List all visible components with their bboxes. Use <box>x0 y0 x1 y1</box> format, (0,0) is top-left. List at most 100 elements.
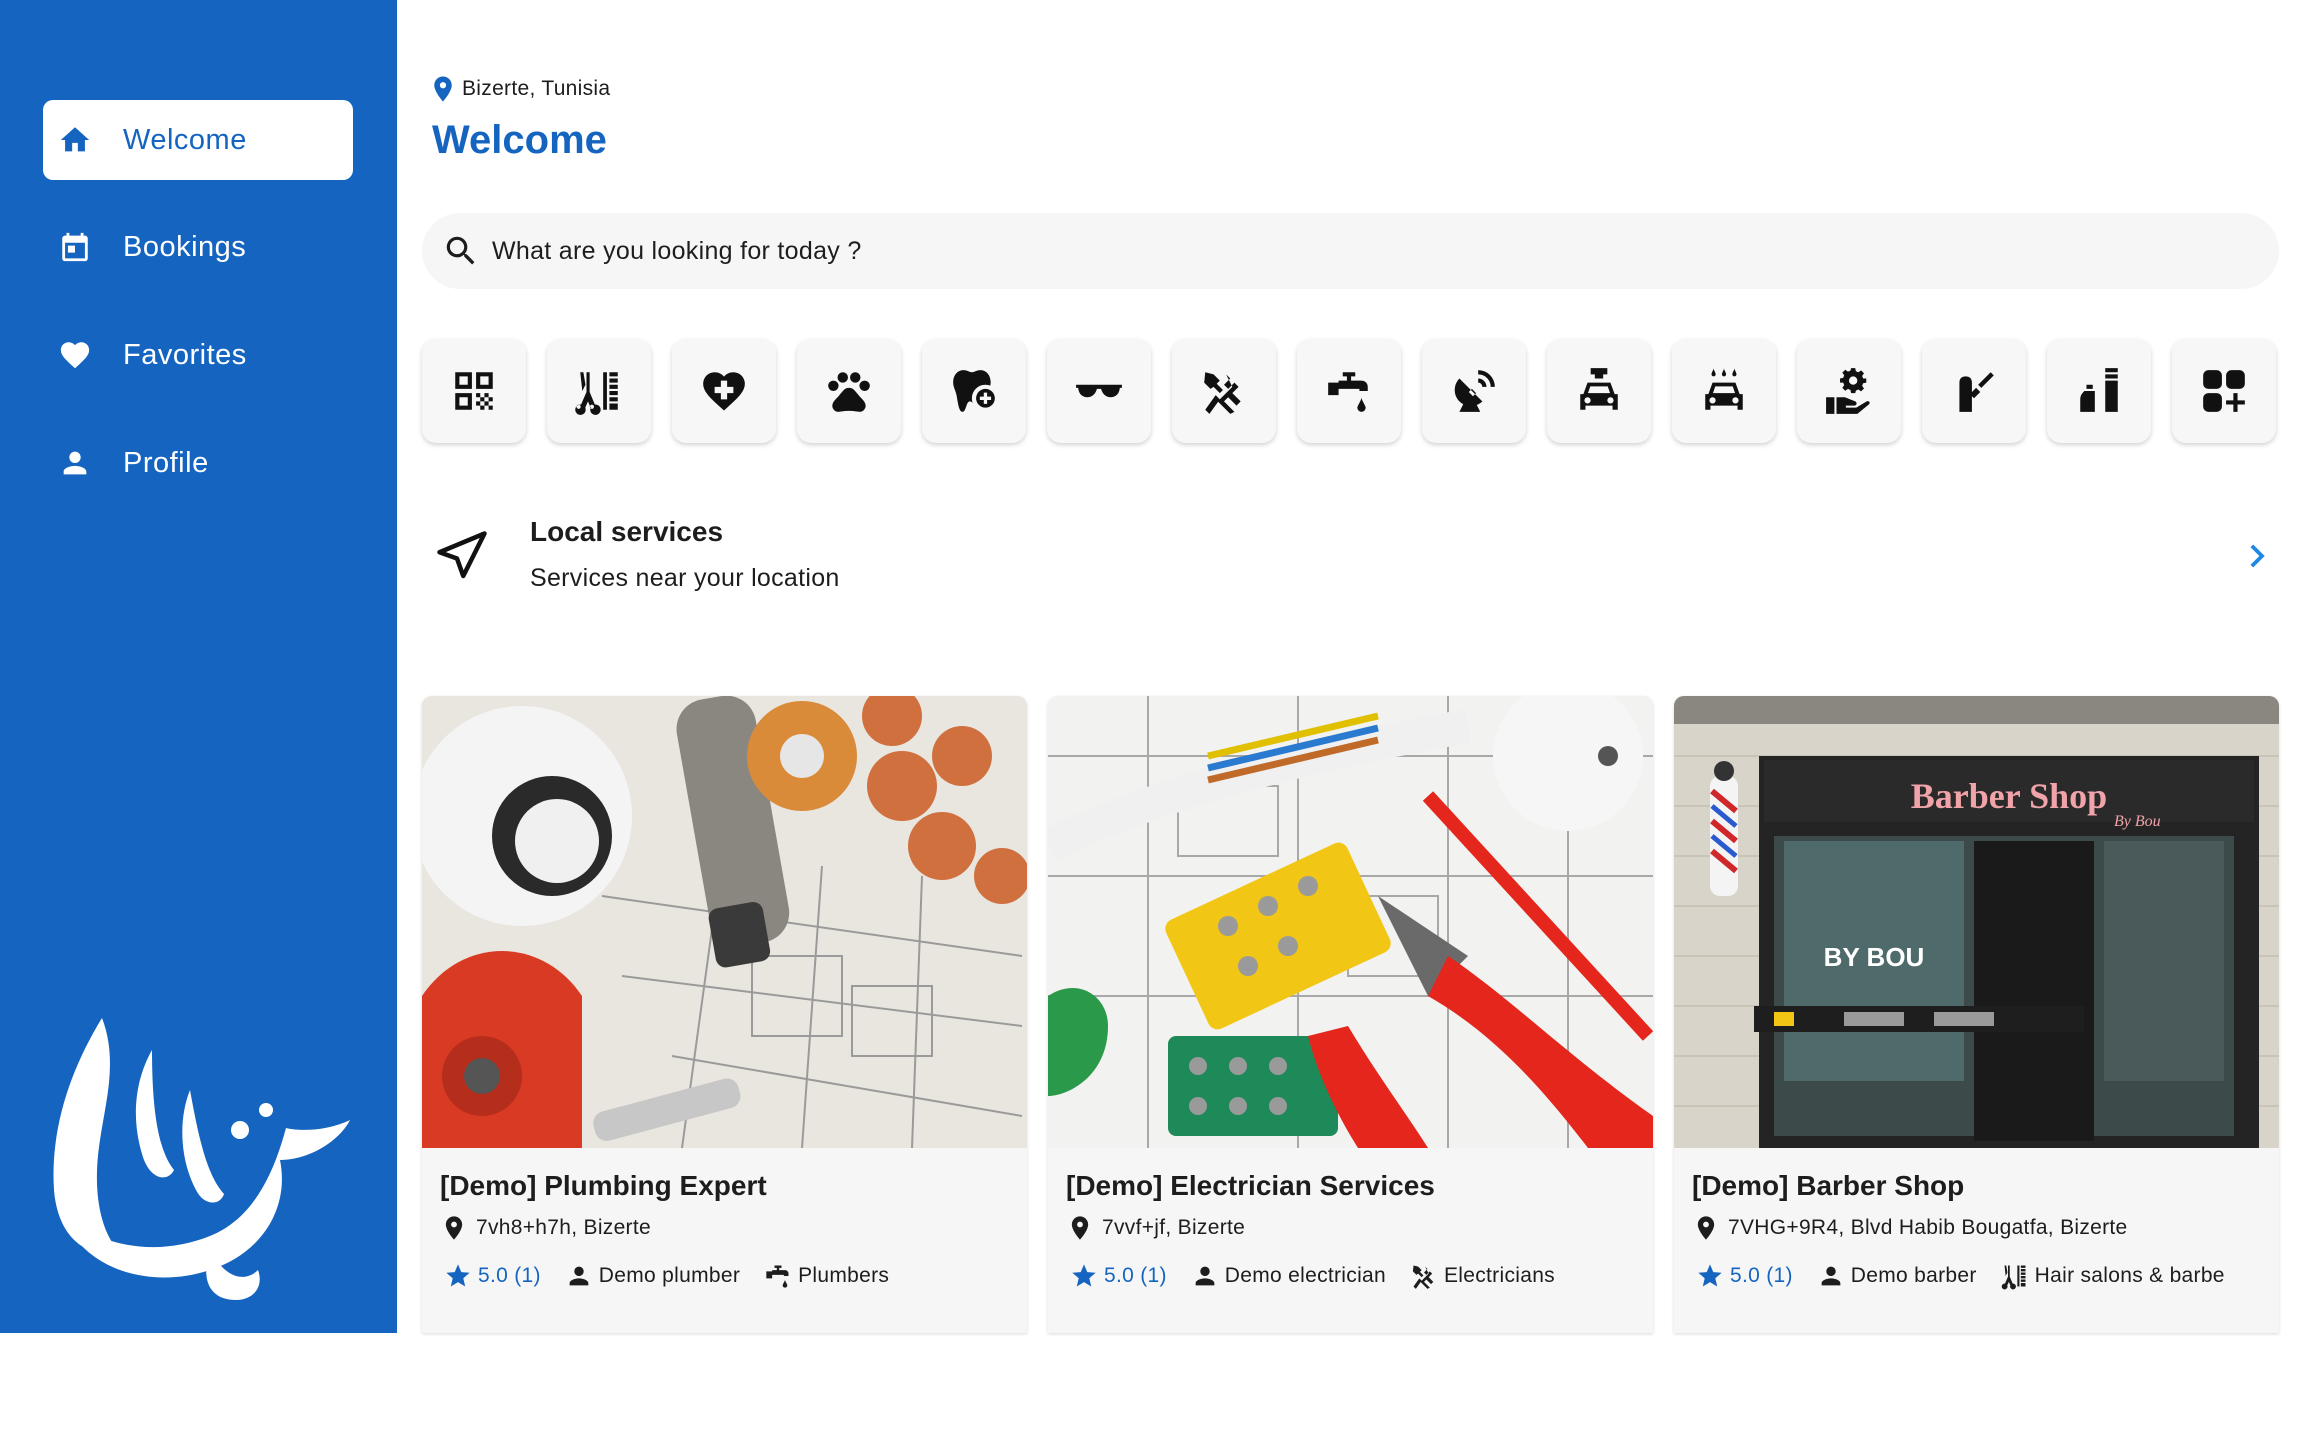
card-address: 7vh8+h7h, Bizerte <box>440 1214 651 1242</box>
marhaba-calligraphy-logo <box>40 1010 360 1310</box>
section-subtitle: Services near your location <box>530 564 840 592</box>
category-optician[interactable] <box>1047 339 1151 443</box>
category-name: Hair salons & barbe <box>2034 1264 2225 1287</box>
page-title: Welcome <box>432 118 607 162</box>
category-satellite[interactable] <box>1422 339 1526 443</box>
provider-name: Demo plumber <box>598 1264 741 1287</box>
heart-icon <box>55 335 95 375</box>
category-electrician[interactable] <box>1172 339 1276 443</box>
tooth-icon <box>953 370 995 412</box>
home-icon <box>55 120 95 160</box>
location-indicator[interactable]: Bizerte, Tunisia <box>428 74 610 104</box>
sidebar-item-bookings[interactable]: Bookings <box>43 207 353 287</box>
category-plumber[interactable] <box>1297 339 1401 443</box>
satellite-dish-icon <box>1454 370 1495 412</box>
address-text: 7vvf+jf, Bizerte <box>1102 1216 1246 1239</box>
category-name: Electricians <box>1444 1264 1555 1287</box>
rating-value: 5.0 (1) <box>1730 1264 1793 1287</box>
category-more[interactable] <box>2172 339 2276 443</box>
person-icon <box>569 1266 589 1286</box>
category-home-services[interactable] <box>1797 339 1901 443</box>
electric-tools-icon <box>1204 372 1241 414</box>
sunglasses-icon <box>1076 384 1122 398</box>
service-photo-electrician <box>1048 696 1653 1148</box>
category-pets[interactable] <box>797 339 901 443</box>
search-input[interactable] <box>492 236 2192 266</box>
category-nails[interactable] <box>1922 339 2026 443</box>
provider: Demo plumber <box>565 1262 740 1290</box>
star-icon <box>1698 1264 1722 1287</box>
card-address: 7VHG+9R4, Blvd Habib Bougatfa, Bizerte <box>1692 1214 2128 1242</box>
category-qr-code[interactable] <box>422 339 526 443</box>
faucet-icon <box>1328 372 1368 412</box>
rating: 5.0 (1) <box>1696 1262 1793 1290</box>
search-icon <box>446 236 475 265</box>
provider: Demo barber <box>1817 1262 1977 1290</box>
car-repair-icon <box>1580 368 1618 410</box>
sidebar-item-favorites[interactable]: Favorites <box>43 315 353 395</box>
sidebar-item-label: Favorites <box>123 338 247 371</box>
local-services-section[interactable]: Local services Services near your locati… <box>422 500 2279 610</box>
card-title: [Demo] Barber Shop <box>1692 1170 1965 1201</box>
card-address: 7vvf+jf, Bizerte <box>1066 1214 1245 1242</box>
person-icon <box>1821 1266 1841 1286</box>
nail-polish-icon <box>1959 372 1994 412</box>
service-cards: [Demo] Plumbing Expert 7vh8+h7h, Bizerte… <box>422 696 2279 1333</box>
star-icon <box>446 1264 470 1287</box>
service-card-electrician[interactable]: [Demo] Electrician Services 7vvf+jf, Biz… <box>1048 696 1653 1333</box>
sidebar-item-label: Welcome <box>123 123 247 156</box>
electric-tools-icon <box>1412 1265 1434 1289</box>
card-title: [Demo] Electrician Services <box>1066 1170 1435 1201</box>
service-photo-barber: Barber Shop By Bou BY BOU <box>1674 696 2279 1148</box>
qr-code-icon <box>455 372 493 410</box>
category-barber[interactable] <box>547 339 651 443</box>
category-car-wash[interactable] <box>1672 339 1776 443</box>
medical-heart-icon <box>703 372 745 411</box>
shop-sign-subtitle: By Bou <box>2114 813 2161 830</box>
paw-icon <box>828 372 870 412</box>
category-health[interactable] <box>672 339 776 443</box>
barber-tools-icon <box>575 372 618 415</box>
calendar-icon <box>55 227 95 267</box>
sidebar-item-label: Profile <box>123 446 209 479</box>
card-meta: 5.0 (1) Demo plumber Plumbers <box>444 1262 913 1290</box>
sidebar-item-welcome[interactable]: Welcome <box>43 100 353 180</box>
faucet-icon <box>766 1265 789 1288</box>
barber-tools-icon <box>2001 1265 2026 1290</box>
category-car-repair[interactable] <box>1547 339 1651 443</box>
more-categories-icon <box>2203 370 2245 412</box>
provider-name: Demo barber <box>1850 1264 1977 1287</box>
window-text: BY BOU <box>1824 942 1925 972</box>
rating-value: 5.0 (1) <box>1104 1264 1167 1287</box>
location-pin-icon <box>434 76 452 102</box>
category-name: Plumbers <box>798 1264 890 1287</box>
search-bar[interactable] <box>422 213 2279 289</box>
rating-value: 5.0 (1) <box>478 1264 541 1287</box>
provider-name: Demo electrician <box>1224 1264 1386 1287</box>
service-card-plumbing[interactable]: [Demo] Plumbing Expert 7vh8+h7h, Bizerte… <box>422 696 1027 1333</box>
shop-sign-text: Barber Shop <box>1911 776 2107 816</box>
location-label: Bizerte, Tunisia <box>462 77 611 100</box>
category-cosmetics[interactable] <box>2047 339 2151 443</box>
card-title: [Demo] Plumbing Expert <box>440 1170 767 1201</box>
person-icon <box>1195 1266 1215 1286</box>
section-title: Local services <box>530 516 724 547</box>
card-meta: 5.0 (1) Demo barber Hair salons & barbe <box>1696 1262 2249 1290</box>
location-pin-icon <box>1071 1216 1089 1240</box>
person-icon <box>55 443 95 483</box>
service-photo-plumbing <box>422 696 1027 1148</box>
service-card-barber[interactable]: Barber Shop By Bou BY BOU [Demo] Barber … <box>1674 696 2279 1333</box>
car-wash-icon <box>1705 368 1743 410</box>
category-label: Hair salons & barbe <box>2001 1262 2225 1290</box>
navigation-arrow-icon <box>437 531 487 579</box>
category-bar <box>422 339 2276 443</box>
rating: 5.0 (1) <box>444 1262 541 1290</box>
category-dentist[interactable] <box>922 339 1026 443</box>
category-label: Plumbers <box>764 1262 889 1290</box>
sidebar-item-label: Bookings <box>123 230 247 263</box>
chevron-right-icon[interactable] <box>2234 533 2280 579</box>
address-text: 7VHG+9R4, Blvd Habib Bougatfa, Bizerte <box>1728 1216 2128 1239</box>
hand-gear-icon <box>1826 368 1870 414</box>
provider: Demo electrician <box>1191 1262 1386 1290</box>
sidebar-item-profile[interactable]: Profile <box>43 423 353 503</box>
